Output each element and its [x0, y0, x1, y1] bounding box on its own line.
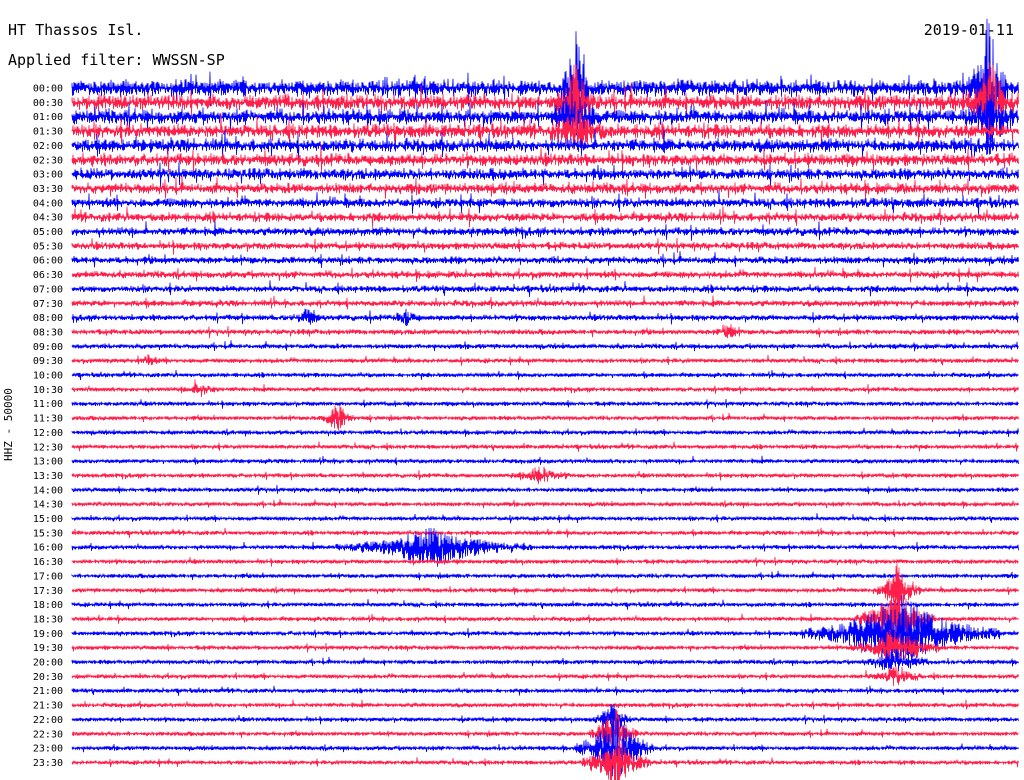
trace-1330 — [71, 466, 1019, 485]
time-tick-label: 22:00 — [33, 715, 63, 726]
trace-0500 — [71, 221, 1019, 241]
trace-0000 — [71, 18, 1019, 155]
time-tick-label: 02:00 — [33, 141, 63, 152]
time-tick-label: 17:30 — [33, 586, 63, 597]
time-tick-label: 22:30 — [33, 729, 63, 740]
time-tick-label: 18:00 — [33, 600, 63, 611]
trace-1200 — [71, 427, 1019, 438]
time-tick-label: 02:30 — [33, 155, 63, 166]
trace-0830 — [71, 324, 1019, 339]
time-tick-label: 10:30 — [33, 385, 63, 396]
time-tick-label: 23:30 — [33, 758, 63, 769]
time-tick-label: 15:30 — [33, 528, 63, 539]
trace-2100 — [71, 685, 1019, 696]
time-tick-label: 04:00 — [33, 198, 63, 209]
trace-1000 — [71, 369, 1019, 381]
time-tick-label: 10:00 — [33, 371, 63, 382]
time-tick-label: 13:30 — [33, 471, 63, 482]
time-tick-label: 15:00 — [33, 514, 63, 525]
trace-1230 — [71, 441, 1019, 452]
time-tick-label: 08:30 — [33, 327, 63, 338]
trace-1300 — [71, 455, 1019, 466]
trace-2200 — [71, 703, 1019, 736]
traces-group — [71, 18, 1019, 780]
time-tick-label: 16:30 — [33, 557, 63, 568]
time-tick-label: 21:00 — [33, 686, 63, 697]
time-tick-label: 05:30 — [33, 241, 63, 252]
trace-2230 — [71, 709, 1019, 759]
time-tick-label: 08:00 — [33, 313, 63, 324]
trace-1630 — [71, 556, 1019, 567]
trace-1400 — [71, 485, 1019, 495]
time-tick-label: 14:00 — [33, 485, 63, 496]
trace-1900 — [71, 595, 1019, 667]
time-tick-label: 03:30 — [33, 184, 63, 195]
time-tick-label: 09:30 — [33, 356, 63, 367]
trace-2030 — [71, 666, 1019, 687]
time-tick-label: 23:00 — [33, 744, 63, 755]
time-tick-label: 05:00 — [33, 227, 63, 238]
trace-0930 — [71, 354, 1019, 366]
time-tick-label: 21:30 — [33, 701, 63, 712]
trace-0730 — [71, 295, 1019, 310]
trace-1030 — [71, 379, 1019, 398]
time-tick-label: 04:30 — [33, 213, 63, 224]
time-tick-label: 03:00 — [33, 170, 63, 181]
time-tick-label: 00:30 — [33, 98, 63, 109]
time-tick-label: 07:30 — [33, 299, 63, 310]
time-tick-label: 09:00 — [33, 342, 63, 353]
trace-0400 — [71, 190, 1019, 215]
time-tick-label: 20:00 — [33, 658, 63, 669]
time-tick-label: 19:00 — [33, 629, 63, 640]
time-tick-label: 20:30 — [33, 672, 63, 683]
trace-0430 — [71, 206, 1019, 228]
time-tick-label: 13:00 — [33, 457, 63, 468]
trace-1100 — [71, 399, 1019, 409]
trace-2300 — [71, 715, 1019, 780]
time-tick-label: 18:30 — [33, 614, 63, 625]
time-labels-group: 00:00 00:30 01:00 01:30 02:00 02:30 03:00 03:30… — [33, 84, 63, 769]
time-tick-label: 01:30 — [33, 127, 63, 138]
time-tick-label: 19:30 — [33, 643, 63, 654]
time-tick-label: 06:30 — [33, 270, 63, 281]
trace-1500 — [71, 513, 1019, 524]
trace-0700 — [71, 280, 1019, 297]
time-tick-label: 01:00 — [33, 112, 63, 123]
time-tick-label: 07:00 — [33, 284, 63, 295]
trace-1430 — [71, 498, 1019, 509]
trace-1130 — [71, 405, 1019, 431]
time-tick-label: 11:30 — [33, 414, 63, 425]
time-tick-label: 11:00 — [33, 399, 63, 410]
trace-1700 — [71, 570, 1019, 581]
trace-0630 — [71, 266, 1019, 283]
time-tick-label: 17:00 — [33, 571, 63, 582]
time-tick-label: 14:30 — [33, 500, 63, 511]
trace-0600 — [71, 251, 1019, 269]
time-tick-label: 12:00 — [33, 428, 63, 439]
time-tick-label: 16:00 — [33, 543, 63, 554]
trace-1800 — [71, 599, 1019, 610]
trace-0530 — [71, 237, 1019, 255]
time-tick-label: 00:00 — [33, 84, 63, 95]
time-tick-label: 12:30 — [33, 442, 63, 453]
trace-0800 — [71, 308, 1019, 327]
time-tick-label: 06:00 — [33, 256, 63, 267]
trace-0900 — [71, 340, 1019, 352]
seismogram-chart: 00:00 00:30 01:00 01:30 02:00 02:30 03:00 03:30… — [33, 18, 1019, 780]
trace-1830 — [71, 590, 1019, 645]
trace-1530 — [71, 527, 1019, 538]
trace-2130 — [71, 699, 1019, 710]
